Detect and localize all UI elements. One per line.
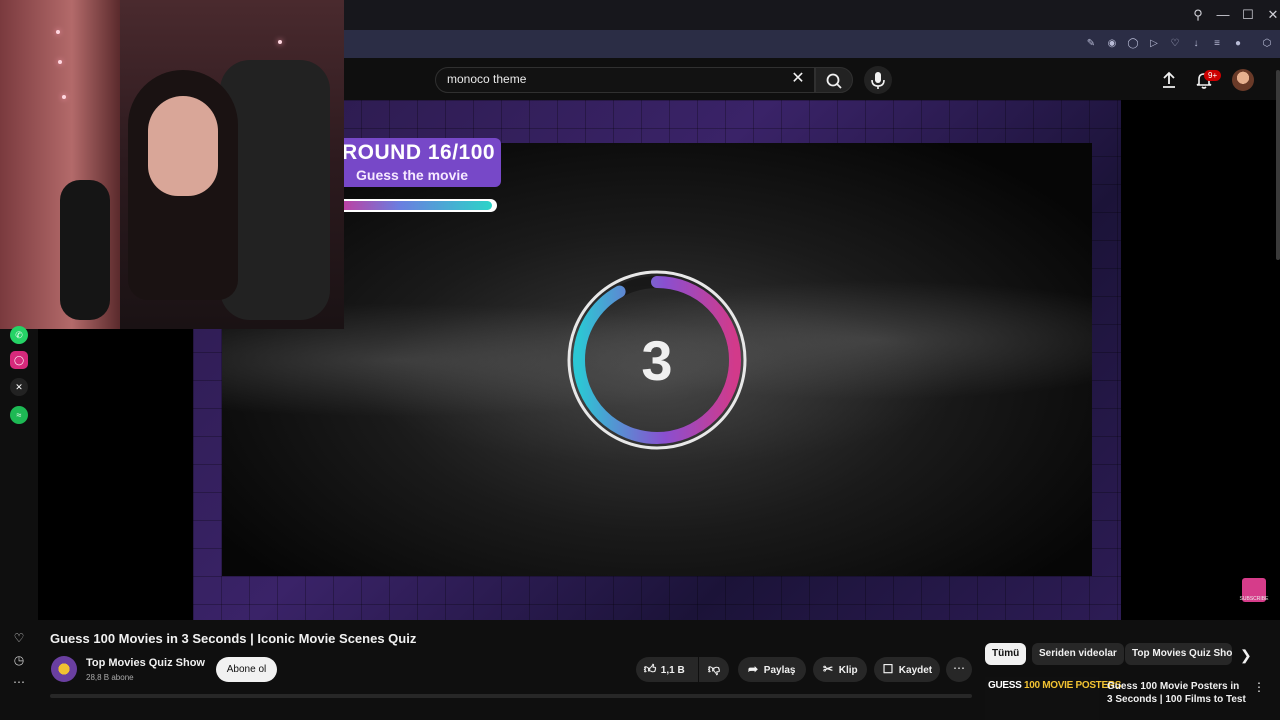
video-title: Guess 100 Movies in 3 Seconds | Iconic M… bbox=[50, 631, 417, 646]
fairy-light bbox=[278, 40, 282, 44]
round-progress-fill bbox=[338, 201, 492, 210]
close-window-icon[interactable]: ✕ bbox=[1264, 6, 1280, 24]
search-query[interactable]: monoco theme bbox=[447, 72, 526, 86]
extension-icon[interactable]: ⬡ bbox=[1259, 36, 1275, 52]
menu-icon[interactable]: ≡ bbox=[1209, 36, 1225, 52]
x-icon[interactable]: ✕ bbox=[10, 378, 28, 396]
favorites-icon[interactable]: ♡ bbox=[11, 630, 27, 646]
clear-search-icon[interactable]: ✕ bbox=[790, 70, 806, 88]
clip-button[interactable]: ✂ Klip bbox=[813, 657, 867, 682]
history-icon[interactable]: ◷ bbox=[11, 652, 27, 668]
scissors-icon: ✂ bbox=[822, 662, 834, 676]
upload-icon[interactable] bbox=[1159, 70, 1179, 90]
shield-icon[interactable]: ◯ bbox=[1125, 36, 1141, 52]
webcam-microphone bbox=[60, 180, 110, 320]
instagram-icon[interactable]: ◯ bbox=[10, 351, 28, 369]
more-options-icon[interactable]: ⋯ bbox=[11, 674, 27, 690]
mic-icon bbox=[871, 72, 885, 89]
channel-avatar[interactable] bbox=[51, 656, 77, 682]
thumbnail-text-a: GUESS bbox=[988, 680, 1022, 691]
like-button[interactable]: 👍︎ 1,1 B bbox=[636, 657, 698, 682]
subscribe-watermark-label: SUBSCRIBE bbox=[1239, 596, 1269, 602]
round-label: ROUND 16/100 bbox=[342, 141, 496, 164]
chip-all[interactable]: Tümü bbox=[985, 643, 1027, 665]
browser-search-icon[interactable]: ⚲ bbox=[1189, 6, 1207, 24]
edit-icon[interactable]: ✎ bbox=[1083, 36, 1099, 52]
share-button[interactable]: ➦ Paylaş bbox=[738, 657, 806, 682]
maximize-icon[interactable]: ☐ bbox=[1239, 6, 1257, 24]
save-label: Kaydet bbox=[898, 665, 933, 676]
chip-channel[interactable]: Top Movies Quiz Sho bbox=[1125, 643, 1232, 665]
countdown-number: 3 bbox=[641, 329, 673, 392]
bookmark-icon: ☐ bbox=[882, 662, 894, 676]
save-button[interactable]: ☐ Kaydet bbox=[874, 657, 940, 682]
whatsapp-icon[interactable]: ✆ bbox=[10, 326, 28, 344]
fairy-light bbox=[58, 60, 62, 64]
more-actions-button[interactable]: ⋯ bbox=[946, 657, 972, 682]
search-button[interactable] bbox=[815, 67, 853, 93]
recommendation-menu-icon[interactable]: ⋮ bbox=[1253, 680, 1265, 694]
thumbnail-text: GUESS 100 MOVIE POSTERS bbox=[988, 680, 1121, 691]
chip-series[interactable]: Seriden videolar bbox=[1032, 643, 1124, 665]
clip-label: Klip bbox=[838, 665, 858, 676]
profile-icon[interactable]: ● bbox=[1230, 36, 1246, 52]
thumbs-up-icon: 👍︎ bbox=[643, 662, 657, 676]
webcam-face bbox=[148, 96, 218, 196]
chevron-right-icon[interactable]: ❯ bbox=[1240, 647, 1252, 664]
play-icon[interactable]: ▷ bbox=[1146, 36, 1162, 52]
round-subtitle: Guess the movie bbox=[356, 167, 469, 183]
dislike-button[interactable]: 👎︎ bbox=[699, 657, 729, 682]
left-panel bbox=[38, 329, 193, 620]
heart-icon[interactable]: ♡ bbox=[1167, 36, 1183, 52]
camera-icon[interactable]: ◉ bbox=[1104, 36, 1120, 52]
thumbs-down-icon: 👎︎ bbox=[707, 662, 721, 676]
account-avatar[interactable] bbox=[1232, 69, 1254, 91]
minimize-icon[interactable]: — bbox=[1214, 6, 1232, 24]
channel-name[interactable]: Top Movies Quiz Show bbox=[86, 657, 205, 669]
subscribe-button[interactable]: Abone ol bbox=[216, 657, 277, 682]
voice-search-button[interactable] bbox=[864, 66, 892, 94]
share-label: Paylaş bbox=[763, 665, 796, 676]
page-scrollbar[interactable] bbox=[1276, 70, 1280, 260]
fairy-light bbox=[62, 95, 66, 99]
spotify-icon[interactable]: ≈ bbox=[10, 406, 28, 424]
description-box-edge bbox=[50, 694, 972, 698]
channel-subscribers: 28,8 B abone bbox=[86, 673, 134, 682]
like-count: 1,1 B bbox=[660, 665, 685, 676]
fairy-light bbox=[56, 30, 60, 34]
recommendation-title[interactable]: Guess 100 Movie Posters in 3 Seconds | 1… bbox=[1107, 680, 1247, 706]
share-icon: ➦ bbox=[747, 662, 759, 676]
secondary-column bbox=[1121, 100, 1280, 620]
notification-badge: 9+ bbox=[1204, 70, 1222, 81]
download-icon[interactable]: ↓ bbox=[1188, 36, 1204, 52]
webcam-overlay bbox=[0, 0, 344, 329]
search-icon bbox=[826, 73, 842, 89]
